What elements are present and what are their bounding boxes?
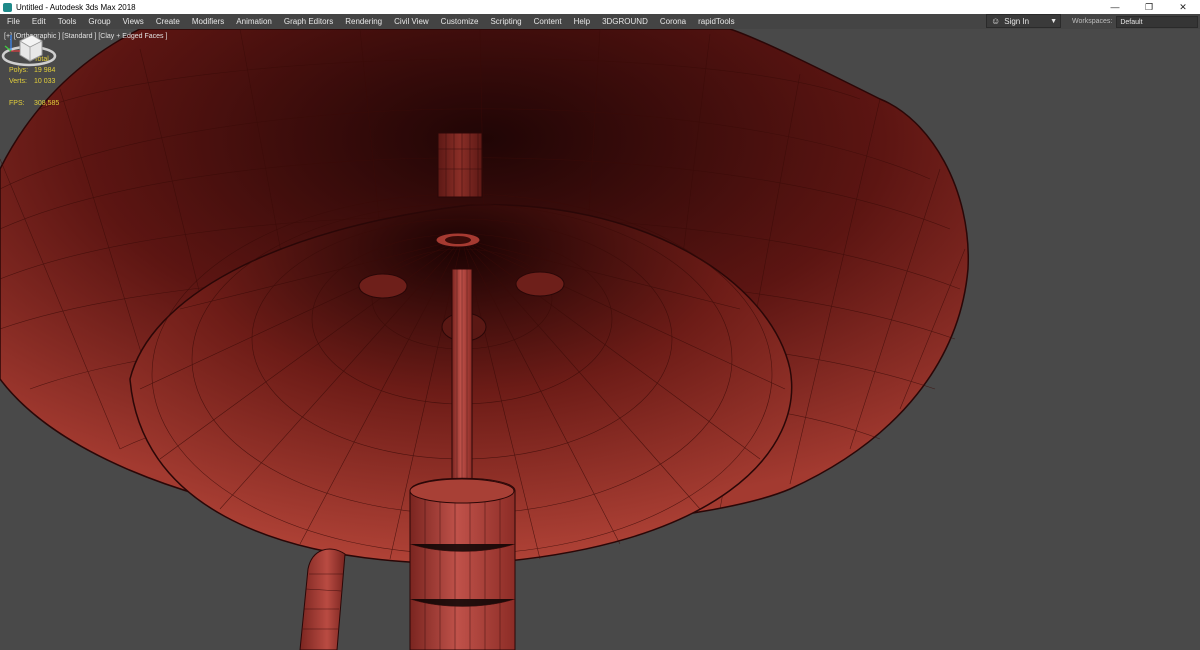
chevron-down-icon: ▼ (1050, 17, 1057, 25)
workspaces-select[interactable]: Default (1116, 15, 1199, 28)
viewport[interactable]: [+] [Orthographic ] [Standard ] [Clay + … (0, 29, 1200, 650)
fps-label: FPS: (9, 100, 25, 107)
window-title: Untitled - Autodesk 3ds Max 2018 (16, 2, 136, 12)
menu-corona[interactable]: Corona (654, 17, 692, 26)
top-cylinder (437, 132, 483, 198)
menu-customize[interactable]: Customize (435, 17, 485, 26)
verts-label: Verts: (9, 78, 27, 85)
menu-rapidtools[interactable]: rapidTools (692, 17, 740, 26)
hole-right (515, 271, 565, 297)
menu-views[interactable]: Views (117, 17, 150, 26)
sign-in-dropdown[interactable]: ☺ Sign In ▼ (986, 14, 1061, 28)
menu-edit[interactable]: Edit (26, 17, 52, 26)
menu-rendering[interactable]: Rendering (339, 17, 388, 26)
arm (299, 548, 346, 650)
menu-help[interactable]: Help (568, 17, 596, 26)
menu-graph-editors[interactable]: Graph Editors (278, 17, 339, 26)
menu-content[interactable]: Content (528, 17, 568, 26)
menu-3dground[interactable]: 3DGROUND (596, 17, 654, 26)
user-icon: ☺ (991, 16, 1001, 26)
workspaces-control: Workspaces: Default (1072, 14, 1199, 29)
workspaces-label: Workspaces: (1072, 18, 1113, 25)
base-cylinder (409, 477, 516, 650)
menu-animation[interactable]: Animation (230, 17, 278, 26)
menu-modifiers[interactable]: Modifiers (186, 17, 230, 26)
menu-scripting[interactable]: Scripting (484, 17, 527, 26)
close-button[interactable]: ✕ (1166, 0, 1200, 14)
hole-left (358, 273, 408, 299)
app-logo-icon (3, 2, 12, 12)
axis-gizmo-icon (4, 35, 20, 52)
fps-value: 308,585 (34, 100, 60, 107)
menu-group[interactable]: Group (82, 17, 116, 26)
verts-value: 10 033 (34, 78, 56, 85)
menu-tools[interactable]: Tools (52, 17, 83, 26)
menu-create[interactable]: Create (150, 17, 186, 26)
menu-civil-view[interactable]: Civil View (388, 17, 435, 26)
restore-button[interactable]: ❐ (1132, 0, 1166, 14)
minimize-button[interactable]: — (1098, 0, 1132, 14)
scene-render (0, 29, 969, 650)
title-bar: Untitled - Autodesk 3ds Max 2018 — ❐ ✕ (0, 0, 1200, 14)
menu-file[interactable]: File (0, 17, 26, 26)
sign-in-label: Sign In (1004, 16, 1030, 26)
